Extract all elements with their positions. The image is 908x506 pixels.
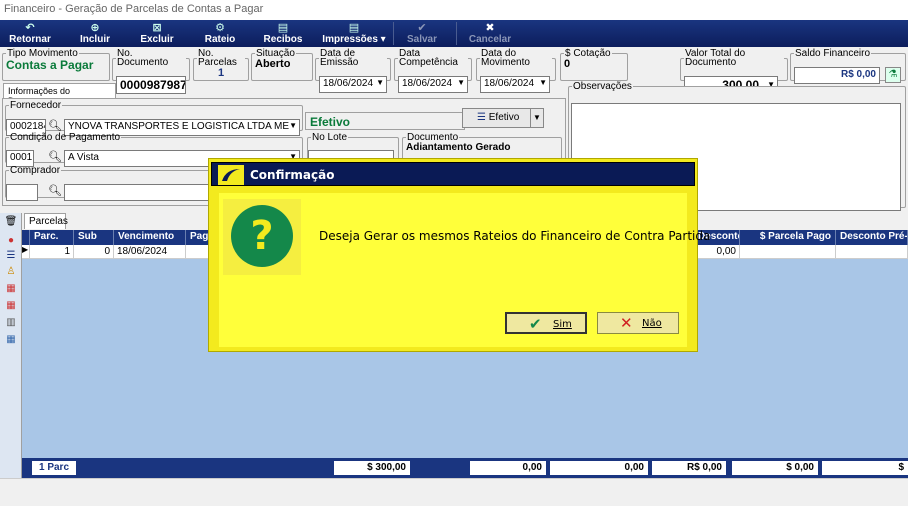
- col-parc[interactable]: Parc.: [30, 230, 74, 245]
- calendar-icon[interactable]: ▦: [4, 283, 18, 295]
- calculator-icon[interactable]: ⚗: [885, 67, 901, 83]
- search-icon[interactable]: 🔍︎: [48, 184, 64, 201]
- col-desconto-pre[interactable]: Desconto Pré-F: [836, 230, 908, 245]
- col-sub[interactable]: Sub: [74, 230, 114, 245]
- data-competencia-group: Data Competência 18/06/2024 ▼: [394, 49, 472, 93]
- recibos-button[interactable]: ▤ Recibos: [260, 20, 306, 47]
- dialog-title: Confirmação: [250, 168, 335, 182]
- list-icon[interactable]: ☰: [4, 250, 18, 262]
- columns-icon[interactable]: ▥: [4, 317, 18, 329]
- comprador-code-field[interactable]: [6, 184, 38, 201]
- status-bar: [0, 478, 908, 506]
- data-movimento-group: Data do Movimento 18/06/2024 ▼: [476, 49, 556, 93]
- data-movimento-field[interactable]: 18/06/2024 ▼: [480, 76, 550, 93]
- impressoes-button[interactable]: ▤ Impressões ▾: [318, 20, 390, 47]
- toolbar-separator: [456, 22, 457, 45]
- incluir-button[interactable]: ⊕ Incluir: [72, 20, 118, 47]
- table-row-parc[interactable]: 1: [30, 245, 74, 259]
- no-parcelas-group: No. Parcelas 1: [193, 49, 249, 81]
- col-parcela-pago[interactable]: $ Parcela Pago: [740, 230, 836, 245]
- fornecedor-group: Fornecedor 0002184 🔍︎ YNOVA TRANSPORTES …: [5, 101, 303, 136]
- data-emissao-field[interactable]: 18/06/2024 ▼: [319, 76, 387, 93]
- dialog-titlebar: Confirmação: [211, 162, 695, 186]
- totals-bar: 1 Parc $ 300,00 0,00 0,00 R$ 0,00 $ 0,00…: [22, 458, 908, 478]
- total-value-5: $ 0,00: [732, 461, 818, 475]
- toolbar-separator: [393, 22, 394, 45]
- data-competencia-field[interactable]: 18/06/2024 ▼: [398, 76, 468, 93]
- question-icon: ?: [231, 205, 293, 267]
- col-vencimento[interactable]: Vencimento: [114, 230, 186, 245]
- no-documento-group: No. Documento 0000987987: [112, 49, 190, 94]
- documento-value: Adiantamento Gerado: [406, 142, 511, 153]
- chevron-down-icon[interactable]: ▼: [289, 121, 297, 130]
- saldo-group: Saldo Financeiro R$ 0,00 ⚗: [790, 49, 906, 84]
- table-row-desconto[interactable]: 0,00: [694, 245, 740, 259]
- trash-icon[interactable]: 🗑︎: [4, 216, 18, 228]
- chevron-down-icon[interactable]: ▼: [539, 78, 547, 87]
- check-icon: ✔: [529, 315, 542, 333]
- no-button[interactable]: ✕ Não: [597, 312, 679, 334]
- parcel-count: 1 Parc: [32, 461, 76, 475]
- side-toolbar: 🗑︎ ● ☰ ♙ ▦ ▦ ▥ ▦: [0, 213, 22, 478]
- total-value: $ 300,00: [334, 461, 410, 475]
- table-row-desconto-pre[interactable]: [836, 245, 908, 259]
- toolbar: ↶ Retornar ⊕ Incluir ⊠ Excluir ⚙ Rateio ▤ Rec…: [0, 20, 908, 47]
- tab-informacoes-documento[interactable]: Informações do Documento: [3, 83, 116, 106]
- efetivo-dropdown[interactable]: ▼: [530, 108, 544, 128]
- total-value-3: 0,00: [550, 461, 648, 475]
- app-logo-icon: [218, 165, 244, 185]
- dialog-body: ? Deseja Gerar os mesmos Rateios do Fina…: [219, 193, 710, 347]
- grid-corner: [22, 230, 30, 245]
- close-icon: ✕: [620, 314, 633, 332]
- table-row-sub[interactable]: 0: [74, 245, 114, 259]
- table-row-vencimento[interactable]: 18/06/2024: [114, 245, 186, 259]
- row-indicator: ▶: [22, 245, 30, 259]
- cotacao-group: $ Cotação 0: [560, 49, 628, 81]
- table-row-parcela-pago[interactable]: [740, 245, 836, 259]
- list-icon: ☰: [477, 112, 486, 123]
- tipo-movimento-group: Tipo Movimento Contas a Pagar: [2, 49, 110, 81]
- excluir-button[interactable]: ⊠ Excluir: [134, 20, 180, 47]
- retornar-button[interactable]: ↶ Retornar: [6, 20, 54, 47]
- data-emissao-group: Data de Emissão 18/06/2024 ▼: [315, 49, 391, 93]
- salvar-button[interactable]: ✔ Salvar: [400, 20, 444, 47]
- user-icon[interactable]: ♙: [4, 266, 18, 278]
- chevron-down-icon[interactable]: ▼: [376, 78, 384, 87]
- total-value-2: 0,00: [470, 461, 546, 475]
- cancelar-button[interactable]: ✖ Cancelar: [464, 20, 516, 47]
- tab-parcelas[interactable]: Parcelas: [24, 213, 68, 229]
- no-parcelas-value: 1: [217, 67, 225, 79]
- no-documento-field[interactable]: 0000987987: [116, 76, 186, 94]
- valor-total-group: Valor Total do Documento 300,00▼: [680, 49, 788, 94]
- delete-row-icon[interactable]: ●: [4, 235, 18, 247]
- question-icon-box: ?: [223, 199, 301, 275]
- cotacao-value: 0: [564, 58, 571, 70]
- total-value-6: $: [822, 461, 908, 475]
- total-value-4: R$ 0,00: [652, 461, 726, 475]
- tipo-movimento-value: Contas a Pagar: [6, 58, 94, 72]
- situacao-group: Situação Aberto: [251, 49, 313, 81]
- calendar-icon[interactable]: ▦: [4, 300, 18, 312]
- confirm-dialog: Confirmação ? Deseja Gerar os mesmos Rat…: [208, 158, 710, 352]
- chevron-down-icon[interactable]: ▼: [457, 78, 465, 87]
- status-display: Efetivo: [305, 112, 465, 130]
- rateio-button[interactable]: ⚙ Rateio: [198, 20, 242, 47]
- dialog-message: Deseja Gerar os mesmos Rateios do Financ…: [319, 229, 711, 243]
- yes-button[interactable]: ✔ Sim: [505, 312, 587, 334]
- situacao-value: Aberto: [255, 58, 291, 70]
- window-title: Financeiro - Geração de Parcelas de Cont…: [0, 0, 908, 20]
- grid-icon[interactable]: ▦: [4, 334, 18, 346]
